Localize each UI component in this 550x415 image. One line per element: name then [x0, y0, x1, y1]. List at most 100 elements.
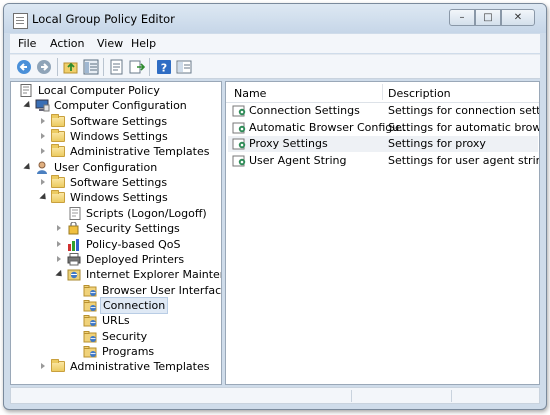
tree-node-label: Deployed Printers [86, 252, 185, 266]
tree-node-label: Software Settings [70, 114, 168, 128]
expand-arrow-icon[interactable] [41, 148, 45, 155]
list-item-description: Settings for connection settings [388, 104, 540, 117]
setting-page-icon [232, 154, 247, 167]
toolbar-separator [103, 58, 104, 76]
expand-arrow-icon[interactable] [41, 179, 45, 186]
list-item[interactable]: Proxy Settings Settings for proxy [228, 136, 538, 152]
close-button[interactable]: ✕ [501, 9, 535, 26]
expand-arrow-icon[interactable] [57, 240, 61, 247]
list-item-description: Settings for automatic browse... [388, 120, 540, 134]
ie-maintenance-icon [67, 268, 82, 281]
window-title: Local Group Policy Editor [32, 12, 175, 26]
folder-icon [51, 144, 65, 158]
folder-icon [51, 175, 65, 189]
menu-action[interactable]: Action [50, 37, 84, 50]
folder-icon [51, 359, 65, 373]
status-divider [451, 390, 452, 402]
list-item[interactable]: Automatic Browser Configu... Settings for… [228, 120, 540, 136]
tree-node-label: URLs [102, 314, 130, 328]
tree-node-label: Security Settings [86, 222, 180, 236]
folder-icon [51, 129, 65, 143]
status-bar [10, 387, 540, 404]
menu-file[interactable]: File [18, 37, 36, 50]
app-window: Local Group Policy Editor – □ ✕ File Act… [3, 3, 547, 410]
properties-icon[interactable] [109, 59, 125, 75]
tree-node-label: Computer Configuration [54, 99, 187, 113]
forward-icon[interactable] [36, 59, 52, 75]
svg-text:?: ? [161, 62, 167, 75]
expand-arrow-icon[interactable] [41, 133, 45, 140]
scripts-icon [67, 206, 82, 220]
status-divider [351, 390, 352, 402]
ie-folder-icon [83, 345, 98, 358]
show-hide-tree-icon[interactable] [83, 59, 99, 75]
tree-node-label: Administrative Templates [70, 145, 210, 159]
policy-editor-app-icon [13, 13, 28, 29]
setting-page-icon [232, 137, 247, 150]
collapse-arrow-icon[interactable] [39, 193, 49, 203]
ie-folder-icon [83, 284, 98, 297]
column-divider[interactable] [382, 84, 383, 100]
up-folder-icon[interactable] [63, 59, 79, 75]
menu-bar: File Action View Help [10, 34, 540, 53]
tree-node-label: Software Settings [70, 176, 168, 190]
column-name-header[interactable]: Name [234, 87, 266, 100]
ie-folder-icon [83, 330, 98, 343]
tree-node-label: Policy-based QoS [86, 237, 181, 251]
tree-node-label: Programs [102, 344, 155, 358]
printer-icon [67, 252, 82, 266]
help-icon[interactable]: ? [156, 59, 172, 75]
list-item-name: User Agent String [249, 153, 347, 167]
list-item-description: Settings for proxy [388, 137, 486, 150]
tree-node-label: Internet Explorer Maintenance [86, 268, 221, 282]
collapse-arrow-icon[interactable] [23, 162, 33, 172]
tree-node-label: Browser User Interface [102, 283, 222, 297]
folder-icon [51, 113, 65, 127]
list-item-description: Settings for user agent string [388, 153, 540, 167]
maximize-button[interactable]: □ [475, 9, 501, 26]
user-icon [35, 161, 50, 174]
collapse-arrow-icon[interactable] [23, 101, 33, 111]
menu-view[interactable]: View [97, 37, 123, 50]
tree-node-label: Security [102, 329, 148, 343]
ie-folder-icon [83, 299, 98, 312]
toolbar-separator [149, 58, 150, 76]
setting-page-icon [232, 104, 247, 117]
tree-node-label: Windows Settings [70, 191, 168, 205]
menu-help[interactable]: Help [131, 37, 156, 50]
tree-node-label: Scripts (Logon/Logoff) [86, 206, 207, 220]
computer-icon [35, 99, 50, 112]
toolbar: ? [10, 54, 540, 79]
minimize-button[interactable]: – [449, 9, 475, 26]
security-settings-icon [67, 221, 82, 235]
qos-chart-icon [67, 238, 82, 251]
column-header: Name Description [226, 82, 539, 103]
title-bar[interactable]: Local Group Policy Editor – □ ✕ [4, 4, 546, 33]
back-icon[interactable] [16, 59, 32, 75]
setting-page-icon [232, 121, 247, 134]
expand-arrow-icon[interactable] [41, 363, 45, 370]
computer-policy-icon [19, 84, 34, 97]
export-list-icon[interactable] [129, 59, 145, 75]
list-item-name: Proxy Settings [249, 137, 328, 150]
list-item[interactable]: User Agent String Settings for user agent… [228, 153, 540, 169]
tree-pane[interactable]: Local Computer Policy Computer Configurat… [10, 81, 222, 385]
list-item-name: Automatic Browser Configu... [249, 120, 410, 134]
tree-node-label: Administrative Templates [70, 360, 210, 374]
folder-icon [51, 190, 65, 204]
toolbar-separator [57, 58, 58, 76]
column-description-header[interactable]: Description [388, 87, 451, 100]
tree-node-label: Local Computer Policy [38, 84, 160, 97]
tree-node-label: Windows Settings [70, 130, 168, 144]
expand-arrow-icon[interactable] [57, 225, 61, 232]
list-item[interactable]: Connection Settings Settings for connecti… [228, 103, 540, 119]
collapse-arrow-icon[interactable] [55, 270, 65, 280]
expand-arrow-icon[interactable] [41, 117, 45, 124]
expand-arrow-icon[interactable] [57, 255, 61, 262]
extended-view-icon[interactable] [176, 59, 192, 75]
details-pane[interactable]: Name Description Connection Settings Sett… [225, 81, 540, 385]
tree-node-label: Connection [100, 296, 169, 314]
ie-folder-icon [83, 314, 98, 327]
tree-node-label: User Configuration [54, 160, 158, 174]
list-item-name: Connection Settings [249, 104, 360, 117]
